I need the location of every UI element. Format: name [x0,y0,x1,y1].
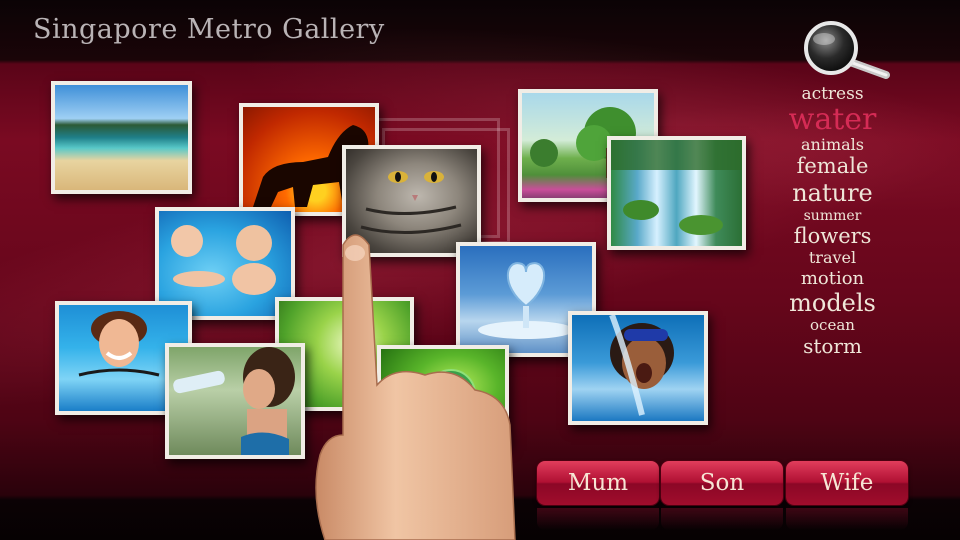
photo-woman-drinking[interactable] [165,343,305,459]
magnifier-icon[interactable] [800,20,892,82]
wife-button[interactable]: Wife [786,461,908,505]
tag-item[interactable]: nature [770,179,895,207]
app-title: Singapore Metro Gallery [33,14,385,45]
tag-item[interactable]: motion [770,268,895,289]
beach-photo-icon [55,85,188,190]
tag-item[interactable]: animals [770,135,895,155]
tag-item[interactable]: actress [770,84,895,104]
tag-item-highlighted[interactable]: water [770,104,895,136]
button-reflection [537,508,659,530]
woman-drinking-photo-icon [169,347,301,455]
tag-item[interactable]: ocean [770,317,895,335]
tag-cloud: actress water animals female nature summ… [770,84,895,358]
pointing-hand-icon [315,234,516,540]
son-button[interactable]: Son [661,461,783,505]
girl-splash-photo-icon [572,315,704,421]
photo-waterfall[interactable] [607,136,746,250]
photo-girl-splash[interactable] [568,311,708,425]
tag-item[interactable]: models [770,289,895,317]
tag-item[interactable]: summer [770,208,895,225]
mum-button[interactable]: Mum [537,461,659,505]
tag-item[interactable]: female [770,154,895,179]
tag-item[interactable]: flowers [770,224,895,249]
button-reflection [661,508,783,530]
button-reflection [786,508,908,530]
photo-beach[interactable] [51,81,192,194]
tag-item[interactable]: storm [770,334,895,359]
gallery-app: Singapore Metro Gallery actress water an… [0,0,960,540]
waterfall-photo-icon [611,140,742,246]
tag-item[interactable]: travel [770,248,895,268]
